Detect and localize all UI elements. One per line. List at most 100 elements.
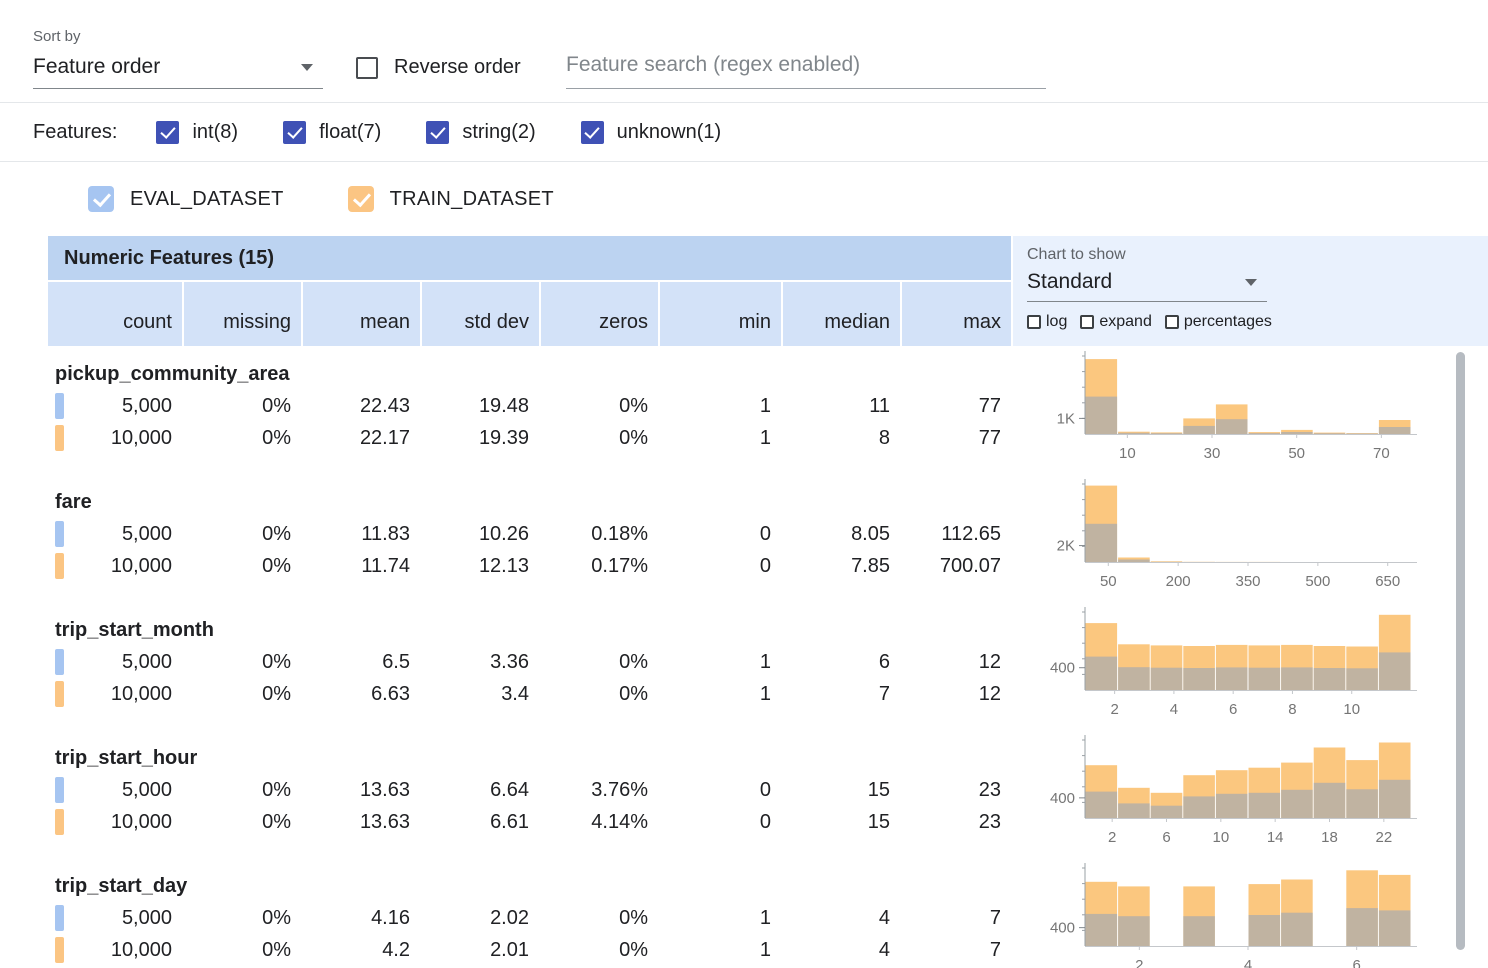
train-stats-row: 10,0000%13.636.614.14%01523 (48, 806, 1011, 838)
stat-value: 4.2 (303, 939, 420, 962)
feature-search-input[interactable] (566, 53, 1046, 89)
eval-bar (1314, 668, 1346, 690)
x-tick-label: 30 (1204, 445, 1221, 462)
stat-value: 23 (902, 779, 1011, 802)
stat-value: 10,000 (48, 683, 182, 706)
stat-value: 5,000 (48, 651, 182, 674)
chart-panel: Chart to show Standard log expand percen… (1013, 236, 1488, 346)
stat-value: 11.83 (303, 523, 420, 546)
stat-value: 5,000 (48, 779, 182, 802)
stat-value: 0% (541, 907, 658, 930)
eval-dataset-label: EVAL_DATASET (130, 188, 284, 211)
filter-unknown-checkbox[interactable]: unknown(1) (581, 121, 722, 144)
feature-chart: 1K10305070 (1013, 346, 1488, 474)
eval-bar (1183, 916, 1215, 946)
stat-value: 0 (660, 523, 781, 546)
stat-value: 700.07 (902, 555, 1011, 578)
chart-type-select[interactable]: Standard (1027, 264, 1267, 302)
table-title: Numeric Features (15) (48, 236, 1011, 280)
vertical-scrollbar[interactable] (1456, 352, 1465, 950)
stat-value: 3.76% (541, 779, 658, 802)
stat-value: 2.01 (422, 939, 539, 962)
eval-bar (1151, 806, 1183, 818)
eval-bar (1216, 419, 1248, 434)
x-tick-label: 70 (1373, 445, 1390, 462)
stat-value: 1 (660, 683, 781, 706)
eval-color-chip (55, 393, 64, 419)
stat-value: 0 (660, 811, 781, 834)
stat-value: 8.05 (783, 523, 900, 546)
stat-value: 0% (184, 683, 301, 706)
filter-int-checkbox[interactable]: int(8) (156, 121, 238, 144)
stat-value: 1 (660, 395, 781, 418)
stat-value: 15 (783, 811, 900, 834)
histogram-chart[interactable]: 2K50200350500650 (1013, 474, 1473, 602)
eval-dataset-checkbox[interactable]: EVAL_DATASET (88, 186, 284, 212)
train-color-chip (55, 681, 64, 707)
stat-value: 1 (660, 907, 781, 930)
eval-bar (1086, 657, 1118, 690)
feature-type-filter-row: Features: int(8) float(7) string(2) unkn… (0, 103, 1488, 162)
stat-value: 0% (541, 683, 658, 706)
stat-value: 0% (184, 811, 301, 834)
stat-value: 7.85 (783, 555, 900, 578)
eval-bar (1346, 434, 1378, 435)
eval-bar (1314, 783, 1346, 818)
eval-bar (1151, 433, 1183, 434)
stat-value: 0% (184, 651, 301, 674)
reverse-order-checkbox[interactable]: Reverse order (356, 56, 521, 79)
x-tick-label: 4 (1170, 701, 1178, 718)
histogram-chart[interactable]: 1K10305070 (1013, 346, 1473, 474)
log-checkbox[interactable]: log (1027, 313, 1067, 331)
checkbox-unchecked-icon (1027, 315, 1041, 329)
stat-value: 6 (783, 651, 900, 674)
checkbox-checked-icon (581, 121, 604, 144)
checkbox-unchecked-icon (356, 57, 378, 79)
eval-bar (1216, 667, 1248, 690)
numeric-features-table: Numeric Features (15) count missing mean… (0, 236, 1488, 968)
stat-value: 7 (783, 683, 900, 706)
sort-by-value: Feature order (33, 55, 160, 79)
feature-name: trip_start_month (48, 614, 1011, 646)
x-tick-label: 2 (1110, 701, 1118, 718)
features-filter-label: Features: (33, 121, 117, 144)
stat-value: 1 (660, 427, 781, 450)
train-dataset-label: TRAIN_DATASET (390, 188, 554, 211)
eval-color-chip (55, 521, 64, 547)
stat-value: 23 (902, 811, 1011, 834)
stat-value: 7 (902, 907, 1011, 930)
stat-value: 77 (902, 427, 1011, 450)
log-label: log (1046, 313, 1067, 331)
expand-checkbox[interactable]: expand (1080, 313, 1152, 331)
eval-bar (1379, 652, 1411, 690)
stat-value: 6.64 (422, 779, 539, 802)
eval-bar (1281, 913, 1313, 946)
filter-string-checkbox[interactable]: string(2) (426, 121, 535, 144)
histogram-chart[interactable]: 400246810 (1013, 602, 1473, 730)
stat-value: 22.43 (303, 395, 420, 418)
stat-value: 0% (541, 939, 658, 962)
stat-value: 0% (184, 939, 301, 962)
x-tick-label: 50 (1100, 573, 1117, 590)
eval-bar (1249, 915, 1281, 946)
eval-bar (1346, 668, 1378, 690)
stat-value: 6.63 (303, 683, 420, 706)
y-tick-label: 400 (1050, 660, 1075, 677)
percentages-checkbox[interactable]: percentages (1165, 313, 1272, 331)
histogram-chart[interactable]: 4002610141822 (1013, 730, 1473, 858)
sort-by-select[interactable]: Feature order (33, 55, 323, 89)
x-tick-label: 6 (1229, 701, 1237, 718)
histogram-chart[interactable]: 400246 (1013, 858, 1473, 968)
eval-bar (1379, 427, 1411, 434)
eval-bar (1281, 790, 1313, 818)
filter-float-checkbox[interactable]: float(7) (283, 121, 381, 144)
stat-value: 12.13 (422, 555, 539, 578)
train-color-chip (55, 937, 64, 963)
stat-value: 4.16 (303, 907, 420, 930)
stat-value: 10,000 (48, 811, 182, 834)
percentages-label: percentages (1184, 313, 1272, 331)
feature-chart: 400246 (1013, 858, 1488, 968)
filter-float-label: float(7) (319, 121, 381, 144)
train-dataset-checkbox[interactable]: TRAIN_DATASET (348, 186, 554, 212)
stat-value: 11.74 (303, 555, 420, 578)
